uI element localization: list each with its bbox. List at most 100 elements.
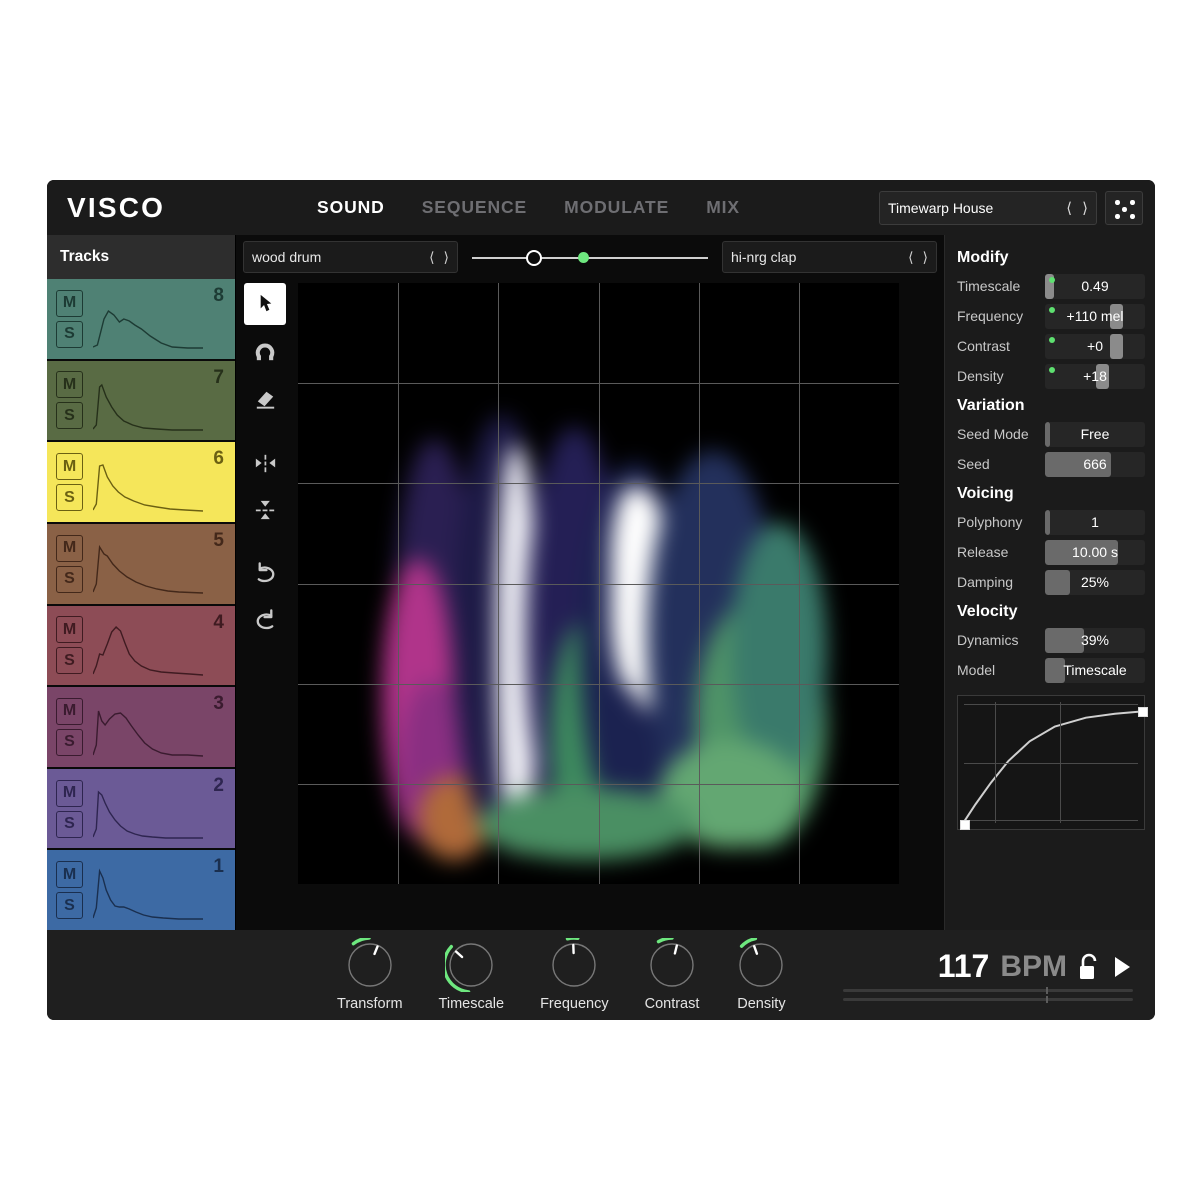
track-row[interactable]: MS 1	[47, 850, 235, 930]
magnet-tool[interactable]	[244, 330, 286, 372]
track-row[interactable]: MS 3	[47, 687, 235, 769]
knob-timescale[interactable]: Timescale	[439, 938, 504, 1012]
knob-frequency[interactable]: Frequency	[540, 938, 609, 1012]
knob-transform[interactable]: Transform	[337, 938, 403, 1012]
track-row[interactable]: MS 2	[47, 768, 235, 851]
param-value: +110 mel	[1066, 308, 1124, 324]
preset-next-icon[interactable]: ⟩	[1082, 199, 1088, 217]
param-slider-seed[interactable]: 666	[1045, 451, 1145, 477]
param-slider-release[interactable]: 10.00 s	[1045, 539, 1145, 565]
track-solo-button[interactable]: S	[56, 320, 83, 348]
param-label: Density	[957, 368, 1004, 384]
track-number: 3	[213, 693, 224, 715]
param-slider-contrast[interactable]: +0	[1045, 333, 1145, 359]
track-envelope	[93, 452, 203, 512]
param-slider-damping[interactable]: 25%	[1045, 569, 1145, 595]
unlocked-padlock-icon[interactable]	[1078, 953, 1100, 981]
source-a-prev-icon[interactable]: ⟨	[429, 249, 434, 266]
track-mute-button[interactable]: M	[56, 534, 83, 562]
morph-slider-handle[interactable]	[525, 249, 542, 266]
collapse-vertical-tool[interactable]	[244, 489, 286, 531]
track-solo-button[interactable]: S	[56, 810, 83, 838]
source-b-prev-icon[interactable]: ⟨	[908, 249, 913, 266]
grid-line-horizontal	[298, 783, 899, 785]
track-row[interactable]: MS 4	[47, 605, 235, 688]
pointer-tool[interactable]	[244, 283, 286, 325]
knob-contrast[interactable]: Contrast	[645, 938, 699, 1012]
track-row[interactable]: MS 8	[47, 279, 235, 361]
param-slider-density[interactable]: +18	[1045, 363, 1145, 389]
param-modulation-dot	[1049, 306, 1055, 313]
track-solo-button[interactable]: S	[56, 647, 83, 675]
track-mute-button[interactable]: M	[56, 861, 83, 889]
track-number: 4	[213, 611, 224, 633]
param-slider-seed-mode[interactable]: Free	[1045, 421, 1145, 447]
track-mute-button[interactable]: M	[56, 697, 83, 725]
source-b-selector[interactable]: hi-nrg clap ⟨ ⟩	[722, 241, 937, 273]
undo-tool[interactable]	[244, 552, 286, 594]
inspector-panel: Modify Timescale 0.49 Frequency +110 mel Cont…	[945, 235, 1155, 930]
param-row: Frequency +110 mel	[957, 302, 1145, 330]
eraser-tool[interactable]	[244, 377, 286, 419]
progress-bar-top[interactable]	[843, 987, 1133, 994]
collapse-horizontal-tool[interactable]	[244, 442, 286, 484]
track-ms-buttons: MS	[56, 289, 83, 348]
progress-bar-bottom[interactable]	[843, 996, 1133, 1003]
track-solo-button[interactable]: S	[56, 565, 83, 593]
track-solo-button[interactable]: S	[56, 728, 83, 756]
transport-progress	[843, 987, 1133, 1007]
track-mute-button[interactable]: M	[56, 371, 83, 399]
param-value: 1	[1091, 514, 1099, 530]
track-row[interactable]: MS 5	[47, 523, 235, 606]
track-mute-button[interactable]: M	[56, 779, 83, 807]
section-title-variation: Variation	[957, 397, 1025, 414]
track-row[interactable]: MS 6	[47, 442, 235, 524]
dice-dot-3	[1115, 214, 1120, 219]
source-b-next-icon[interactable]: ⟩	[923, 249, 928, 266]
bpm-value[interactable]: 117	[938, 948, 990, 985]
track-mute-button[interactable]: M	[56, 453, 83, 481]
tab-modulate[interactable]: MODULATE	[564, 197, 669, 218]
track-number: 2	[213, 774, 224, 796]
play-triangle-icon[interactable]	[1111, 954, 1133, 980]
param-slider-model[interactable]: Timescale	[1045, 657, 1145, 683]
morph-slider[interactable]	[468, 241, 712, 273]
track-solo-button[interactable]: S	[56, 892, 83, 920]
curve-handle-end[interactable]	[1138, 707, 1148, 717]
source-a-next-icon[interactable]: ⟩	[444, 249, 449, 266]
source-a-selector[interactable]: wood drum ⟨ ⟩	[243, 241, 458, 273]
curve-handle-start[interactable]	[960, 820, 970, 830]
param-row: Timescale 0.49	[957, 272, 1145, 300]
param-slider-frequency[interactable]: +110 mel	[1045, 303, 1145, 329]
tab-mix[interactable]: MIX	[706, 197, 740, 218]
param-value: Free	[1080, 426, 1110, 442]
preset-randomize-button[interactable]	[1105, 191, 1143, 225]
track-ms-buttons: MS	[56, 697, 83, 756]
spectral-blob-region	[730, 523, 827, 776]
macro-knobs: Transform Timescale Frequency Contrast Densi…	[337, 938, 787, 1012]
velocity-curve-editor[interactable]	[957, 695, 1148, 830]
param-row: Model Timescale	[957, 656, 1145, 684]
param-slider-dynamics[interactable]: 39%	[1045, 627, 1145, 653]
knob-dial-icon	[445, 943, 493, 992]
preset-prev-icon[interactable]: ⟨	[1066, 199, 1072, 217]
track-ms-buttons: MS	[56, 534, 83, 593]
spectral-canvas[interactable]	[298, 283, 899, 884]
param-value: +18	[1083, 368, 1107, 384]
track-solo-button[interactable]: S	[56, 402, 83, 430]
tab-sound[interactable]: SOUND	[317, 197, 385, 218]
knob-density[interactable]: Density	[735, 938, 787, 1012]
track-envelope	[93, 371, 203, 431]
track-mute-button[interactable]: M	[56, 289, 83, 317]
param-slider-polyphony[interactable]: 1	[1045, 509, 1145, 535]
track-row[interactable]: MS 7	[47, 360, 235, 443]
knob-dial-icon	[552, 938, 597, 987]
tab-sequence[interactable]: SEQUENCE	[422, 197, 527, 218]
track-mute-button[interactable]: M	[56, 616, 83, 644]
redo-tool[interactable]	[244, 599, 286, 641]
param-slider-timescale[interactable]: 0.49	[1045, 273, 1145, 299]
morph-bar: wood drum ⟨ ⟩ hi-nrg clap ⟨ ⟩	[236, 235, 944, 279]
tool-palette	[236, 279, 294, 930]
preset-box[interactable]: Timewarp House ⟨ ⟩	[879, 191, 1097, 225]
track-solo-button[interactable]: S	[56, 484, 83, 512]
